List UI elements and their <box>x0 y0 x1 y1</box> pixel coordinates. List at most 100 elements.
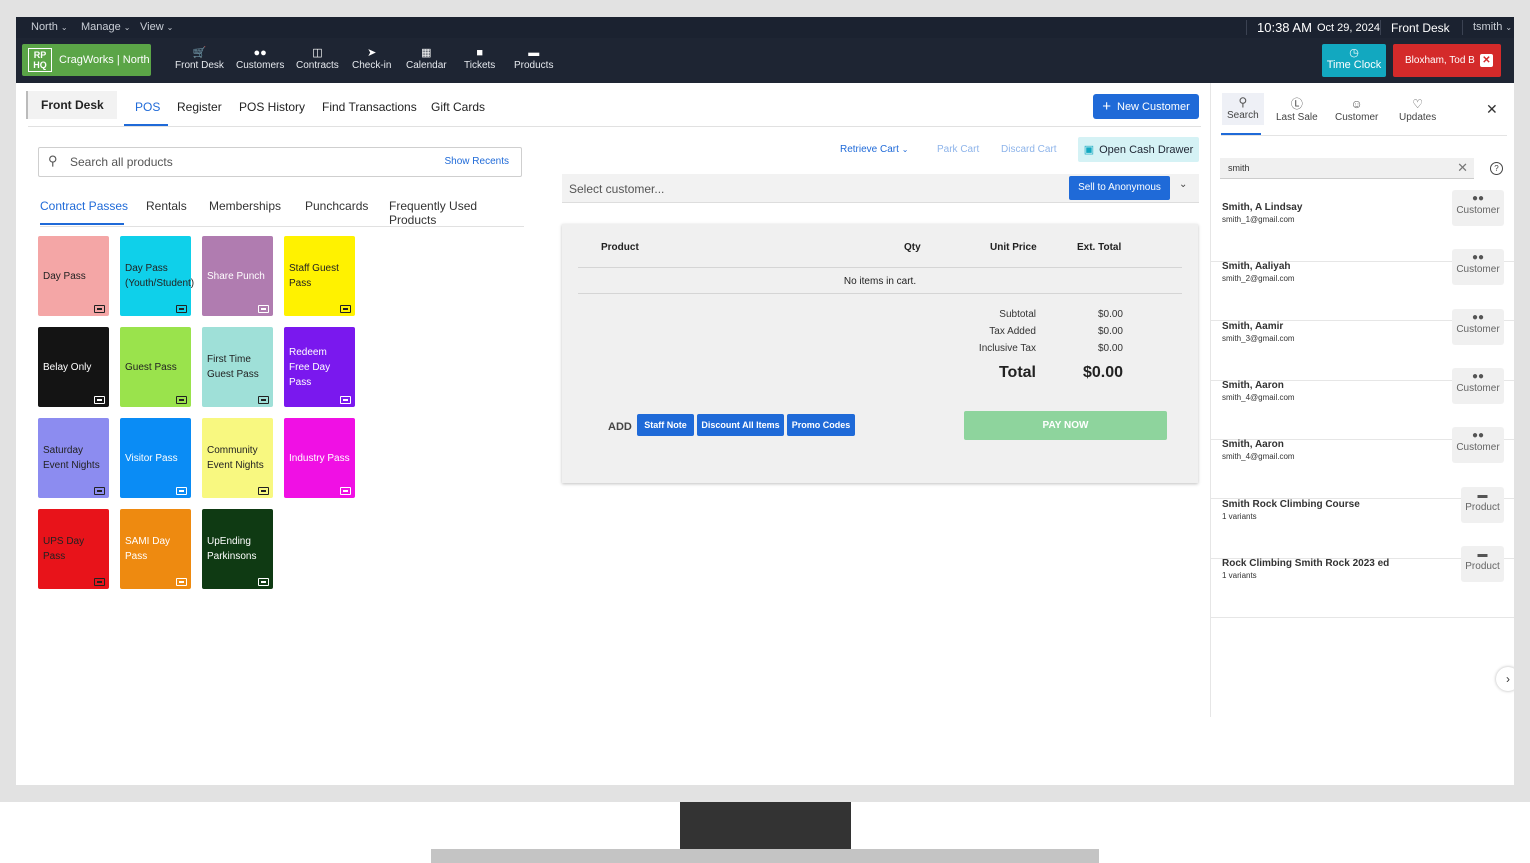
tab-pos-history[interactable]: POS History <box>239 100 305 114</box>
product-badge: ▬ Product <box>1461 486 1504 523</box>
divider <box>1246 20 1247 35</box>
result-kind-label: Product <box>1465 560 1500 572</box>
retrieve-cart-button[interactable]: Retrieve Cart ⌄ <box>840 144 908 155</box>
result-subtext: smith_2@gmail.com <box>1222 274 1295 284</box>
product-tile[interactable]: Day Pass <box>38 236 109 316</box>
tab-memberships[interactable]: Memberships <box>209 199 281 213</box>
close-icon[interactable]: ✕ <box>1486 101 1498 118</box>
product-tile[interactable]: Visitor Pass <box>120 418 191 498</box>
user-menu[interactable]: tsmith ⌄ <box>1473 21 1512 33</box>
result-kind-label: Customer <box>1456 442 1500 454</box>
nav-customers[interactable]: ●● Customers <box>236 46 284 71</box>
tab-rentals[interactable]: Rentals <box>146 199 187 213</box>
tab-label: Updates <box>1399 112 1437 123</box>
right-side-panel: ⚲ Search Ⓛ Last Sale ☺ Customer ♡ Updates ✕ … <box>1210 83 1514 717</box>
product-tile[interactable]: Share Punch <box>202 236 273 316</box>
chevron-right-icon[interactable]: › <box>1496 667 1514 691</box>
product-search-input[interactable]: ⚲ Search all products Show Recents <box>38 147 522 177</box>
product-tile[interactable]: Redeem Free Day Pass <box>284 327 355 407</box>
product-tile[interactable]: UPS Day Pass <box>38 509 109 589</box>
result-subtext: smith_4@gmail.com <box>1222 392 1295 402</box>
calendar-icon: ▦ <box>421 47 432 59</box>
chevron-down-icon[interactable]: ⌄ <box>1179 179 1187 190</box>
plus-icon: + <box>1102 98 1111 115</box>
sell-to-anonymous-button[interactable]: Sell to Anonymous <box>1069 176 1170 200</box>
tab-register[interactable]: Register <box>177 100 222 114</box>
nav-front-desk[interactable]: 🛒 Front Desk <box>175 46 224 71</box>
product-tile[interactable]: Saturday Event Nights <box>38 418 109 498</box>
time-clock-button[interactable]: ◷ Time Clock <box>1322 44 1386 77</box>
product-tile[interactable]: Staff Guest Pass <box>284 236 355 316</box>
divider <box>1462 20 1463 35</box>
nav-products[interactable]: ▬ Products <box>514 46 553 71</box>
customer-select[interactable]: Select customer... Sell to Anonymous ⌄ <box>562 174 1199 203</box>
product-tile[interactable]: Belay Only <box>38 327 109 407</box>
total-value: $0.00 <box>1082 364 1123 381</box>
new-customer-button[interactable]: + New Customer <box>1093 94 1199 119</box>
tab-pos[interactable]: POS <box>135 100 160 114</box>
tab-contract-passes[interactable]: Contract Passes <box>40 199 128 213</box>
current-customer-chip[interactable]: Bloxham, Tod B ✕ <box>1393 44 1501 77</box>
product-tile[interactable]: Guest Pass <box>120 327 191 407</box>
nav-label: Tickets <box>464 60 496 71</box>
customer-badge: ●● Customer <box>1452 249 1504 286</box>
section-title: Front Desk <box>26 91 117 119</box>
chevron-down-icon: ⌄ <box>1505 22 1513 32</box>
tab-updates[interactable]: ♡ Updates <box>1399 97 1436 123</box>
users-icon: ●● <box>1471 193 1485 204</box>
clear-icon[interactable]: ✕ <box>1457 160 1468 176</box>
product-tile[interactable]: Day Pass (Youth/Student) <box>120 236 194 316</box>
promo-codes-button[interactable]: Promo Codes <box>787 414 855 436</box>
monitor-stand-base <box>431 849 1099 863</box>
users-icon: ●● <box>1471 370 1485 382</box>
discard-cart-button[interactable]: Discard Cart <box>1001 144 1057 155</box>
user-name: tsmith <box>1473 21 1503 33</box>
col-qty: Qty <box>904 242 921 253</box>
brand-switcher[interactable]: RP HQ CragWorks | North <box>22 44 151 76</box>
divider <box>578 293 1182 294</box>
open-cash-drawer-label: Open Cash Drawer <box>1099 143 1194 156</box>
nav-check-in[interactable]: ➤ Check-in <box>352 46 391 71</box>
staff-note-button[interactable]: Staff Note <box>637 414 694 436</box>
product-tile[interactable]: UpEnding Parkinsons <box>202 509 273 589</box>
result-name: Smith, Aaliyah <box>1222 261 1291 273</box>
global-search-input[interactable]: smith ✕ <box>1220 158 1474 179</box>
result-kind-label: Customer <box>1456 264 1500 276</box>
close-icon[interactable]: ✕ <box>1480 54 1493 67</box>
menu-view[interactable]: View ⌄ <box>140 21 173 33</box>
nav-label: Contracts <box>296 60 339 71</box>
product-tile[interactable]: Industry Pass <box>284 418 355 498</box>
open-cash-drawer-button[interactable]: ▣ Open Cash Drawer <box>1078 137 1199 162</box>
monitor-stand-neck <box>680 802 851 849</box>
col-ext-total: Ext. Total <box>1077 242 1122 253</box>
product-tile[interactable]: First Time Guest Pass <box>202 327 273 407</box>
result-name: Rock Climbing Smith Rock 2023 ed <box>1222 557 1390 569</box>
product-tile[interactable]: Community Event Nights <box>202 418 273 498</box>
customer-select-placeholder: Select customer... <box>569 182 665 196</box>
park-cart-button[interactable]: Park Cart <box>937 144 979 155</box>
customer-badge: ●● Customer <box>1452 367 1504 404</box>
nav-contracts[interactable]: ◫ Contracts <box>296 46 339 71</box>
tab-gift-cards[interactable]: Gift Cards <box>431 100 485 114</box>
help-icon[interactable]: ? <box>1490 162 1503 175</box>
search-result-row[interactable]: Rock Climbing Smith Rock 2023 ed 1 varian… <box>1211 545 1514 618</box>
person-icon: ☺ <box>1350 97 1363 111</box>
tab-last-sale[interactable]: Ⓛ Last Sale <box>1276 97 1318 123</box>
pay-now-button[interactable]: PAY NOW <box>964 411 1167 440</box>
menu-view-label: View <box>140 21 164 33</box>
tab-find-transactions[interactable]: Find Transactions <box>322 100 417 114</box>
nav-tickets[interactable]: ■ Tickets <box>464 46 495 71</box>
subtotal-label: Subtotal <box>999 309 1036 320</box>
tab-customer[interactable]: ☺ Customer <box>1335 97 1378 123</box>
product-tile[interactable]: SAMI Day Pass <box>120 509 191 589</box>
menu-manage[interactable]: Manage ⌄ <box>81 21 130 33</box>
result-name: Smith Rock Climbing Course <box>1222 498 1360 510</box>
tab-frequently-used[interactable]: Frequently Used Products <box>389 199 524 227</box>
nav-calendar[interactable]: ▦ Calendar <box>406 46 447 71</box>
menu-location[interactable]: North ⌄ <box>31 21 68 33</box>
discount-all-items-button[interactable]: Discount All Items <box>697 414 784 436</box>
tab-punchcards[interactable]: Punchcards <box>305 199 368 213</box>
tab-search[interactable]: ⚲ Search <box>1222 93 1264 125</box>
show-recents-link[interactable]: Show Recents <box>445 156 509 167</box>
ticket-icon <box>340 396 351 404</box>
